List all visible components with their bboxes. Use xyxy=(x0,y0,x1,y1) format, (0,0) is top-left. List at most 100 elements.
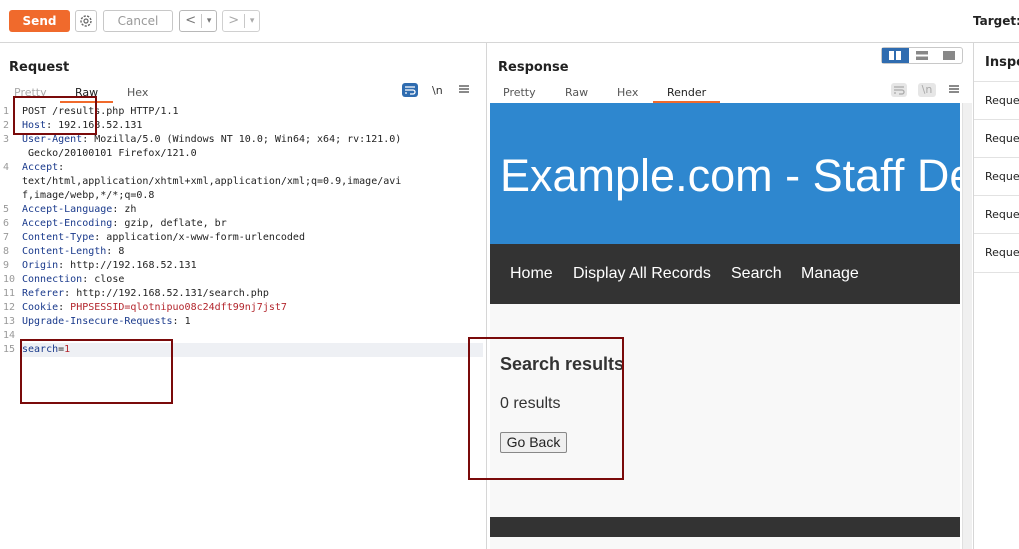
line-number: 6 xyxy=(3,218,10,229)
cancel-button[interactable]: Cancel xyxy=(103,10,173,32)
line-text: Accept: xyxy=(22,161,64,175)
header-value: application/x-www-form-urlencoded xyxy=(106,232,305,243)
line-number: 12 xyxy=(3,302,16,313)
back-button[interactable]: < xyxy=(180,11,201,31)
request-editor[interactable]: 1 POST /results.php HTTP/1.1 2 Host: 192.16… xyxy=(0,105,486,357)
header-separator: : xyxy=(94,232,107,243)
line-number: 10 xyxy=(3,274,16,285)
tab-response-pretty[interactable]: Pretty xyxy=(503,86,536,99)
editor-line[interactable]: f,image/webp,*/*;q=0.8 xyxy=(0,189,486,203)
line-text: User-Agent: Mozilla/5.0 (Windows NT 10.0… xyxy=(22,133,401,147)
render-scrollbar[interactable] xyxy=(962,103,972,549)
request-title: Request xyxy=(9,60,70,75)
editor-line[interactable]: 5 Accept-Language: zh xyxy=(0,203,486,217)
target-label[interactable]: Target: h xyxy=(973,14,1019,28)
header-value: f,image/webp,*/*;q=0.8 xyxy=(22,190,155,201)
editor-line[interactable]: 3 User-Agent: Mozilla/5.0 (Windows NT 10.… xyxy=(0,133,486,147)
editor-line[interactable]: 11 Referer: http://192.168.52.131/search.… xyxy=(0,287,486,301)
layout-tabs-button[interactable] xyxy=(935,48,962,63)
inspector-row-label: Request body parameters xyxy=(985,170,1019,183)
header-value: http://192.168.52.131/search.php xyxy=(76,288,269,299)
tab-response-hex[interactable]: Hex xyxy=(617,86,638,99)
editor-line[interactable]: 10 Connection: close xyxy=(0,273,486,287)
inspector-row[interactable]: Request headers xyxy=(974,233,1019,273)
back-nav-group: < ▾ xyxy=(179,10,217,32)
header-name: Origin xyxy=(22,260,59,271)
nav-display-all-records-link[interactable]: Display All Records xyxy=(573,265,711,283)
line-text: Gecko/20100101 Firefox/121.0 xyxy=(22,147,197,161)
rendered-page: Example.com - Staff Details Home Display… xyxy=(490,103,960,549)
back-history-dropdown[interactable]: ▾ xyxy=(202,11,216,31)
layout-stacked-button[interactable] xyxy=(909,48,936,63)
header-separator: : xyxy=(172,316,185,327)
request-menu-button[interactable] xyxy=(458,83,470,98)
line-text: text/html,application/xhtml+xml,applicat… xyxy=(22,175,401,189)
inspector-row[interactable]: Request query parameters xyxy=(974,119,1019,158)
header-value: gzip, deflate, br xyxy=(124,218,227,229)
response-menu-button[interactable] xyxy=(948,83,960,98)
header-value: text/html,application/xhtml+xml,applicat… xyxy=(22,176,402,187)
editor-line[interactable]: 13 Upgrade-Insecure-Requests: 1 xyxy=(0,315,486,329)
top-toolbar: Send Cancel < ▾ > ▾ Target: h xyxy=(0,0,1019,43)
editor-line[interactable]: 12 Cookie: PHPSESSID=qlotnipuo08c24dft99n… xyxy=(0,301,486,315)
line-text: Content-Type: application/x-www-form-url… xyxy=(22,231,305,245)
editor-line[interactable]: 6 Accept-Encoding: gzip, deflate, br xyxy=(0,217,486,231)
header-separator: : xyxy=(58,302,71,313)
inspector-title: Inspector xyxy=(985,55,1019,70)
line-number: 11 xyxy=(3,288,16,299)
site-nav: Home Display All Records Search Manage xyxy=(490,244,960,304)
wrap-lines-toggle[interactable] xyxy=(402,83,418,97)
rows-icon xyxy=(916,51,928,60)
line-number: 4 xyxy=(3,162,10,173)
editor-line[interactable]: 4 Accept: xyxy=(0,161,486,175)
header-separator: : xyxy=(58,162,65,173)
tab-response-raw[interactable]: Raw xyxy=(565,86,588,99)
annotation-box-results xyxy=(468,337,624,480)
tab-request-hex[interactable]: Hex xyxy=(127,86,148,99)
header-name: Referer xyxy=(22,288,65,299)
settings-button[interactable] xyxy=(75,10,97,32)
nav-home-link[interactable]: Home xyxy=(510,265,553,283)
editor-line[interactable]: Gecko/20100101 Firefox/121.0 xyxy=(0,147,486,161)
header-separator: : xyxy=(58,260,71,271)
send-button[interactable]: Send xyxy=(9,10,70,32)
nav-manage-link[interactable]: Manage xyxy=(801,265,859,283)
editor-line[interactable]: text/html,application/xhtml+xml,applicat… xyxy=(0,175,486,189)
header-separator: : xyxy=(82,134,95,145)
header-separator: : xyxy=(112,204,125,215)
layout-toggle xyxy=(881,47,963,64)
tab-response-render[interactable]: Render xyxy=(653,86,721,103)
forward-history-dropdown[interactable]: ▾ xyxy=(245,11,259,31)
line-number: 9 xyxy=(3,260,10,271)
site-footer xyxy=(490,517,960,537)
inspector-row[interactable]: Request cookies xyxy=(974,195,1019,234)
line-text: Accept-Encoding: gzip, deflate, br xyxy=(22,217,227,231)
header-name: Connection xyxy=(22,274,83,285)
line-text: Cookie: PHPSESSID=qlotnipuo08c24dft99nj7… xyxy=(22,301,287,315)
header-separator: : xyxy=(82,274,95,285)
header-name: Cookie xyxy=(22,302,59,313)
response-wrap-toggle[interactable] xyxy=(891,83,907,97)
editor-line[interactable]: 8 Content-Length: 8 xyxy=(0,245,486,259)
gear-icon xyxy=(80,15,92,27)
editor-line[interactable]: 7 Content-Type: application/x-www-form-ur… xyxy=(0,231,486,245)
inspector-row[interactable]: Request body parameters xyxy=(974,157,1019,196)
forward-button[interactable]: > xyxy=(223,11,244,31)
header-value: 1 xyxy=(184,316,191,327)
nav-search-link[interactable]: Search xyxy=(731,265,782,283)
inspector-pane: Inspector Request attributes Request que… xyxy=(973,43,1019,549)
inspector-row[interactable]: Request attributes xyxy=(974,81,1019,120)
line-number: 3 xyxy=(3,134,10,145)
inspector-row-label: Request attributes xyxy=(985,94,1019,107)
editor-line[interactable]: 9 Origin: http://192.168.52.131 xyxy=(0,259,486,273)
line-text: f,image/webp,*/*;q=0.8 xyxy=(22,189,154,203)
hamburger-icon xyxy=(949,85,959,93)
response-newline-toggle[interactable]: \n xyxy=(918,83,936,97)
header-name: Content-Type xyxy=(22,232,95,243)
layout-side-by-side-button[interactable] xyxy=(882,48,909,63)
line-text: Referer: http://192.168.52.131/search.ph… xyxy=(22,287,269,301)
line-text: Origin: http://192.168.52.131 xyxy=(22,259,197,273)
newline-toggle[interactable]: \n xyxy=(432,84,443,97)
header-value: PHPSESSID=qlotnipuo08c24dft99nj7jst7 xyxy=(70,302,287,313)
annotation-box-raw-host xyxy=(13,96,97,135)
